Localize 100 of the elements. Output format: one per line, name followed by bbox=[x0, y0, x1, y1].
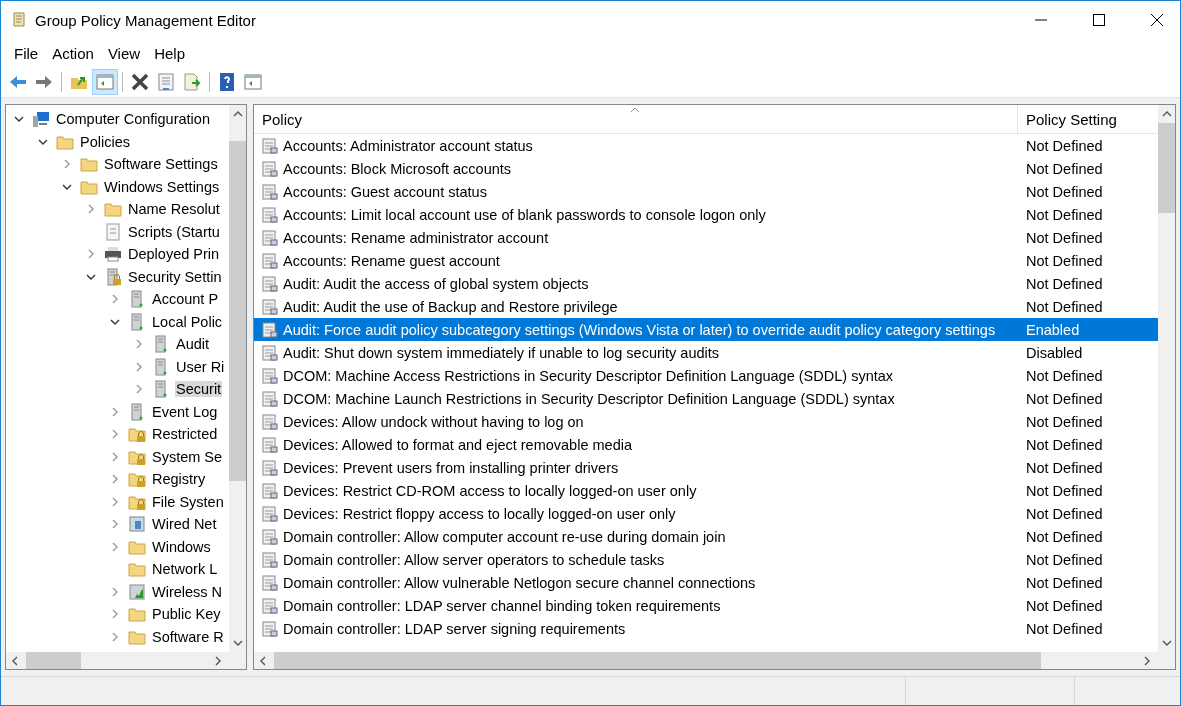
table-row[interactable]: Devices: Allowed to format and eject removable media Not Defined bbox=[254, 433, 1158, 456]
chevron-right-icon[interactable] bbox=[134, 384, 144, 395]
table-row[interactable]: Accounts: Limit local account use of blank passwords to console logon only Not Defined bbox=[254, 203, 1158, 226]
folder-icon bbox=[80, 155, 98, 174]
scrollbar-thumb[interactable] bbox=[274, 652, 1042, 669]
scroll-up-icon[interactable] bbox=[1161, 109, 1172, 119]
chevron-right-icon[interactable] bbox=[110, 541, 120, 552]
scroll-down-icon[interactable] bbox=[232, 638, 243, 648]
tree-item[interactable]: Public Key bbox=[151, 606, 222, 623]
chevron-right-icon[interactable] bbox=[110, 586, 120, 597]
chevron-right-icon[interactable] bbox=[110, 609, 120, 620]
menu-item[interactable]: File bbox=[7, 44, 46, 62]
scroll-up-icon[interactable] bbox=[232, 109, 243, 119]
tree-item[interactable]: Security Settin bbox=[127, 268, 223, 285]
table-cell: Devices: Restrict floppy access to locally logged-on user only bbox=[283, 505, 676, 522]
chevron-right-icon[interactable] bbox=[86, 249, 96, 260]
table-row[interactable]: DCOM: Machine Launch Restrictions in Security Descriptor Definition Language (SDDL) syntax Not Defined bbox=[254, 387, 1158, 410]
table-row[interactable]: Domain controller: LDAP server signing requirements Not Defined bbox=[254, 617, 1158, 640]
tree-item[interactable]: System Se bbox=[151, 448, 224, 465]
tree-item[interactable]: Local Polic bbox=[151, 313, 224, 330]
chevron-right-icon[interactable] bbox=[110, 519, 120, 530]
table-cell-text: Not Defined bbox=[1025, 574, 1104, 591]
column-header[interactable]: Policy Setting bbox=[1018, 105, 1158, 133]
close-icon[interactable] bbox=[1151, 14, 1163, 26]
table-cell: Accounts: Block Microsoft accounts bbox=[283, 160, 512, 177]
scroll-right-icon[interactable] bbox=[1142, 655, 1152, 666]
tree-item[interactable]: Registry bbox=[151, 471, 207, 488]
menu-item[interactable]: Help bbox=[147, 44, 192, 62]
table-row[interactable]: Accounts: Block Microsoft accounts Not Defined bbox=[254, 157, 1158, 180]
tree-item[interactable]: Policies bbox=[79, 133, 131, 150]
tree-item[interactable]: Securit bbox=[175, 381, 223, 398]
column-header[interactable]: Policy bbox=[254, 105, 1018, 133]
chevron-right-icon[interactable] bbox=[110, 631, 120, 642]
scroll-down-icon[interactable] bbox=[1161, 638, 1172, 648]
chevron-right-icon[interactable] bbox=[86, 204, 96, 215]
table-row[interactable]: Audit: Shut down system immediately if unable to log security audits Disabled bbox=[254, 341, 1158, 364]
tree-item[interactable]: Network L bbox=[151, 561, 219, 578]
table-cell-text: Not Defined bbox=[1025, 482, 1104, 499]
tree-item[interactable]: Audit bbox=[175, 336, 211, 353]
maximize-icon[interactable] bbox=[1093, 14, 1105, 26]
table-row[interactable]: Audit: Audit the access of global system objects Not Defined bbox=[254, 272, 1158, 295]
table-row[interactable]: Domain controller: Allow vulnerable Netlogon secure channel connections Not Defined bbox=[254, 571, 1158, 594]
table-row[interactable]: Domain controller: LDAP server channel binding token requirements Not Defined bbox=[254, 594, 1158, 617]
tree-item[interactable]: Scripts (Startu bbox=[127, 223, 221, 240]
sort-up-icon bbox=[630, 107, 640, 113]
policy-icon bbox=[262, 298, 278, 315]
table-cell: Audit: Audit the use of Backup and Restore privilege bbox=[283, 298, 618, 315]
chevron-right-icon[interactable] bbox=[110, 294, 120, 305]
menu-item[interactable]: Action bbox=[45, 44, 101, 62]
chevron-right-icon[interactable] bbox=[110, 406, 120, 417]
server-lock-icon bbox=[104, 267, 122, 286]
policy-icon bbox=[262, 505, 278, 522]
table-row[interactable]: Domain controller: Allow computer account re-use during domain join Not Defined bbox=[254, 525, 1158, 548]
table-row[interactable]: Devices: Allow undock without having to log on Not Defined bbox=[254, 410, 1158, 433]
scroll-left-icon[interactable] bbox=[10, 655, 20, 666]
policy-icon bbox=[262, 252, 278, 269]
scrollbar-thumb[interactable] bbox=[26, 652, 81, 669]
scroll-right-icon[interactable] bbox=[213, 655, 223, 666]
policy-icon bbox=[262, 551, 278, 568]
menu-item[interactable]: View bbox=[100, 44, 148, 62]
table-row[interactable]: Audit: Audit the use of Backup and Restore privilege Not Defined bbox=[254, 295, 1158, 318]
table-row[interactable]: Accounts: Administrator account status Not Defined bbox=[254, 134, 1158, 157]
tree-item[interactable]: Event Log bbox=[151, 403, 219, 420]
scroll-left-icon[interactable] bbox=[258, 655, 268, 666]
table-row[interactable]: DCOM: Machine Access Restrictions in Security Descriptor Definition Language (SDDL) syntax Not Defined bbox=[254, 364, 1158, 387]
table-row[interactable]: Devices: Restrict CD-ROM access to locally logged-on user only Not Defined bbox=[254, 479, 1158, 502]
chevron-right-icon[interactable] bbox=[134, 361, 144, 372]
table-row[interactable]: Devices: Restrict floppy access to locally logged-on user only Not Defined bbox=[254, 502, 1158, 525]
tree-item[interactable]: Name Resolut bbox=[127, 201, 221, 218]
panel-icon[interactable] bbox=[92, 69, 118, 95]
scrollbar-thumb[interactable] bbox=[229, 141, 246, 481]
scrollbar-thumb[interactable] bbox=[1158, 123, 1175, 213]
table-row[interactable]: Accounts: Rename administrator account Not Defined bbox=[254, 226, 1158, 249]
tree-item[interactable]: File Systen bbox=[151, 493, 225, 510]
tree-item[interactable]: Software Settings bbox=[103, 156, 219, 173]
tree-item[interactable]: User Ri bbox=[175, 358, 226, 375]
chevron-right-icon[interactable] bbox=[110, 474, 120, 485]
table-row[interactable]: Audit: Force audit policy subcategory settings (Windows Vista or later) to override audit policy category settings Enabled bbox=[254, 318, 1158, 341]
tree-item[interactable]: Wired Net bbox=[151, 516, 218, 533]
tree-item[interactable]: Software R bbox=[151, 628, 225, 645]
chevron-right-icon[interactable] bbox=[110, 496, 120, 507]
table-row[interactable]: Accounts: Guest account status Not Defined bbox=[254, 180, 1158, 203]
chevron-right-icon[interactable] bbox=[110, 429, 120, 440]
tree-item[interactable]: Computer Configuration bbox=[55, 111, 211, 128]
tree-item[interactable]: Deployed Prin bbox=[127, 246, 221, 263]
tree-item[interactable]: Windows bbox=[151, 538, 212, 555]
table-cell-text: Not Defined bbox=[1025, 528, 1104, 545]
chevron-right-icon[interactable] bbox=[110, 451, 120, 462]
policy-icon bbox=[262, 620, 278, 637]
tree-item[interactable]: Account P bbox=[151, 291, 220, 308]
table-cell: Accounts: Rename administrator account bbox=[283, 229, 549, 246]
table-row[interactable]: Devices: Prevent users from installing printer drivers Not Defined bbox=[254, 456, 1158, 479]
tree-item[interactable]: Restricted bbox=[151, 426, 219, 443]
chevron-right-icon[interactable] bbox=[134, 339, 144, 350]
tree-item[interactable]: Windows Settings bbox=[103, 178, 221, 195]
table-cell: Accounts: Guest account status bbox=[283, 183, 487, 200]
table-row[interactable]: Accounts: Rename guest account Not Defined bbox=[254, 249, 1158, 272]
tree-item[interactable]: Wireless N bbox=[151, 583, 224, 600]
chevron-right-icon[interactable] bbox=[62, 159, 72, 170]
table-row[interactable]: Domain controller: Allow server operators to schedule tasks Not Defined bbox=[254, 548, 1158, 571]
